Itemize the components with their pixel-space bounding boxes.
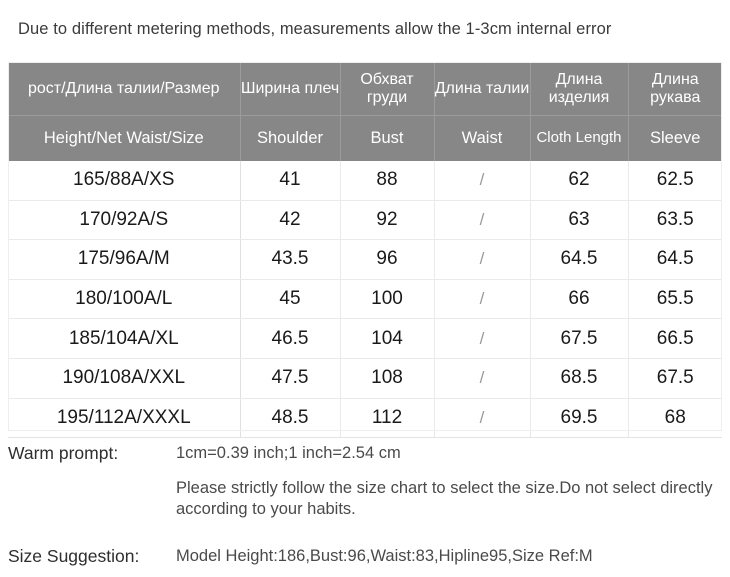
header-row-russian: рост/Длина талии/Размер Ширина плеч Обхв… [8, 62, 722, 116]
header-cell-bust-ru: Обхват груди [340, 62, 435, 116]
cell-shoulder: 48.5 [240, 398, 341, 439]
cell-cloth-length: 69.5 [530, 398, 629, 439]
cell-size: 170/92A/S [8, 200, 241, 241]
cell-cloth-length: 63 [530, 200, 629, 241]
cell-shoulder: 46.5 [240, 318, 341, 359]
header-cell-shoulder-en: Shoulder [240, 115, 341, 161]
cell-waist: / [434, 358, 531, 399]
cell-sleeve: 63.5 [628, 200, 722, 241]
cell-waist: / [434, 398, 531, 439]
cell-cloth-length: 62 [530, 161, 629, 201]
warm-prompt-detail: Please strictly follow the size chart to… [176, 479, 713, 519]
cell-sleeve: 68 [628, 398, 722, 439]
cell-size: 190/108A/XXL [8, 358, 241, 399]
cell-shoulder: 45 [240, 279, 341, 320]
cell-bust: 108 [340, 358, 435, 399]
cell-cloth-length: 64.5 [530, 239, 629, 280]
warm-prompt-detail-row: Please strictly follow the size chart to… [8, 478, 724, 520]
cell-bust: 104 [340, 318, 435, 359]
cell-size: 185/104A/XL [8, 318, 241, 359]
cell-waist: / [434, 239, 531, 280]
cell-waist: / [434, 279, 531, 320]
header-cell-cloth-length-ru: Длина изделия [530, 62, 629, 116]
table-row: 190/108A/XXL 47.5 108 / 68.5 67.5 [8, 358, 722, 399]
cell-sleeve: 62.5 [628, 161, 722, 201]
cell-cloth-length: 67.5 [530, 318, 629, 359]
cell-sleeve: 66.5 [628, 318, 722, 359]
cell-shoulder: 42 [240, 200, 341, 241]
cell-bust: 112 [340, 398, 435, 439]
header-row-english: Height/Net Waist/Size Shoulder Bust Wais… [8, 115, 722, 161]
header-cell-sleeve-en: Sleeve [628, 115, 722, 161]
cell-cloth-length: 66 [530, 279, 629, 320]
table-row: 195/112A/XXXL 48.5 112 / 69.5 68 [8, 398, 722, 439]
table-row: 165/88A/XS 41 88 / 62 62.5 [8, 161, 722, 201]
header-cell-bust-en: Bust [340, 115, 435, 161]
size-chart-header: рост/Длина талии/Размер Ширина плеч Обхв… [8, 62, 722, 161]
cell-waist: / [434, 318, 531, 359]
cell-shoulder: 43.5 [240, 239, 341, 280]
table-row: 175/96A/M 43.5 96 / 64.5 64.5 [8, 239, 722, 280]
table-row: 185/104A/XL 46.5 104 / 67.5 66.5 [8, 318, 722, 359]
cell-sleeve: 65.5 [628, 279, 722, 320]
cell-sleeve: 64.5 [628, 239, 722, 280]
cell-shoulder: 47.5 [240, 358, 341, 399]
cell-size: 180/100A/L [8, 279, 241, 320]
cell-bust: 92 [340, 200, 435, 241]
cell-bust: 96 [340, 239, 435, 280]
cell-size: 165/88A/XS [8, 161, 241, 201]
size-chart-body: 165/88A/XS 41 88 / 62 62.5 170/92A/S 42 … [8, 161, 722, 439]
header-cell-size-en: Height/Net Waist/Size [8, 115, 241, 161]
header-cell-sleeve-ru: Длина рукава [628, 62, 722, 116]
warm-prompt-value: 1cm=0.39 inch;1 inch=2.54 cm [176, 444, 401, 462]
cell-waist: / [434, 200, 531, 241]
cell-size: 175/96A/M [8, 239, 241, 280]
header-cell-waist-ru: Длина талии [434, 62, 531, 116]
table-row: 170/92A/S 42 92 / 63 63.5 [8, 200, 722, 241]
warm-prompt-row: Warm prompt: 1cm=0.39 inch;1 inch=2.54 c… [8, 443, 724, 464]
header-cell-size-ru: рост/Длина талии/Размер [8, 62, 241, 116]
size-suggestion-label: Size Suggestion: [8, 546, 140, 567]
table-row: 180/100A/L 45 100 / 66 65.5 [8, 279, 722, 320]
notes-section: Warm prompt: 1cm=0.39 inch;1 inch=2.54 c… [8, 443, 724, 567]
cell-sleeve: 67.5 [628, 358, 722, 399]
cell-shoulder: 41 [240, 161, 341, 201]
cell-bust: 100 [340, 279, 435, 320]
header-cell-cloth-length-en: Cloth Length [530, 115, 629, 161]
cell-waist: / [434, 161, 531, 201]
size-chart-table: рост/Длина талии/Размер Ширина плеч Обхв… [8, 62, 722, 439]
header-cell-waist-en: Waist [434, 115, 531, 161]
cell-size: 195/112A/XXXL [8, 398, 241, 439]
cell-cloth-length: 68.5 [530, 358, 629, 399]
cell-bust: 88 [340, 161, 435, 201]
size-suggestion-value: Model Height:186,Bust:96,Waist:83,Hiplin… [176, 547, 593, 566]
size-suggestion-row: Size Suggestion: Model Height:186,Bust:9… [8, 546, 724, 567]
header-cell-shoulder-ru: Ширина плеч [240, 62, 341, 116]
measurement-note: Due to different metering methods, measu… [18, 20, 612, 38]
warm-prompt-label: Warm prompt: [8, 443, 119, 463]
